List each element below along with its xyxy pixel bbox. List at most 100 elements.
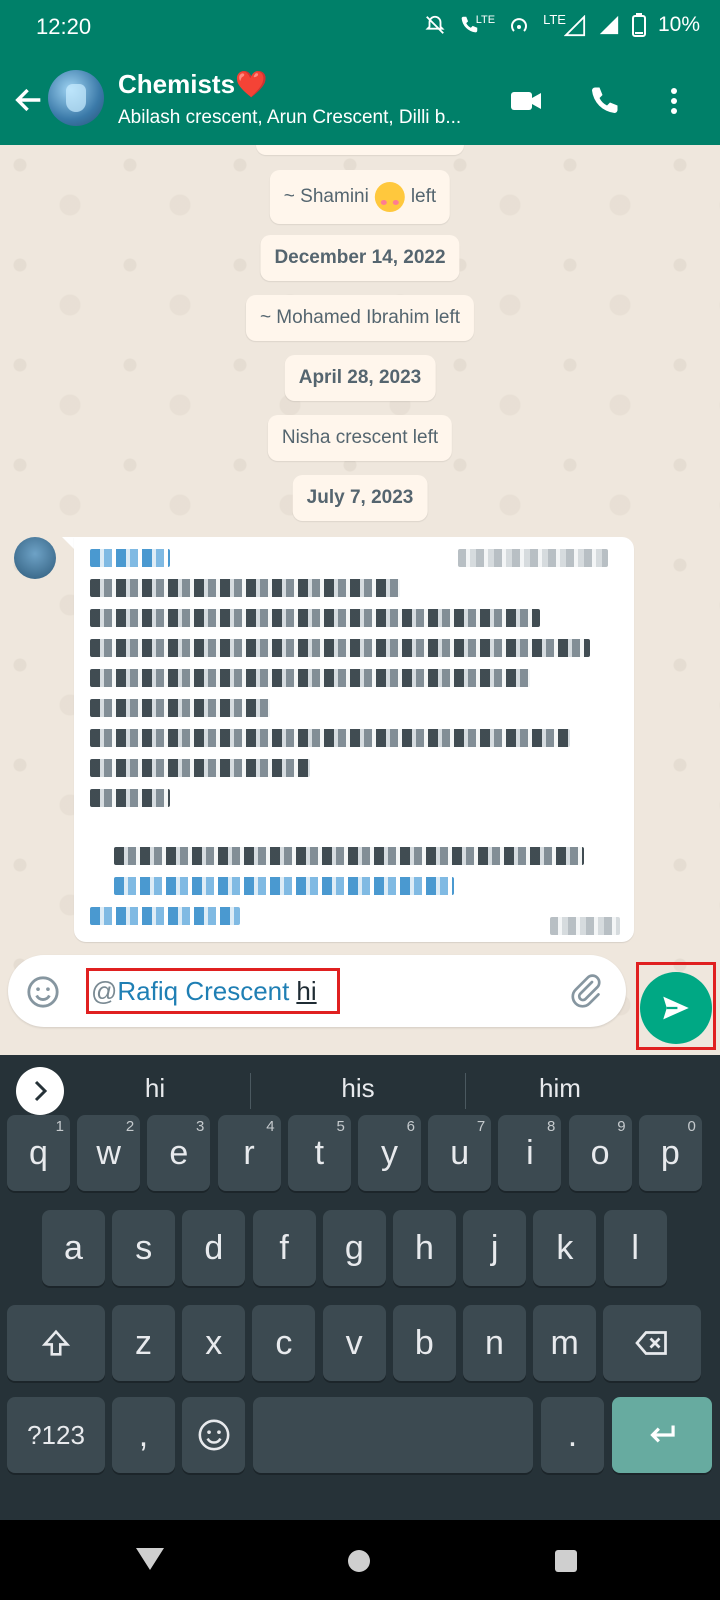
group-avatar[interactable]: [48, 70, 104, 126]
key-label: ?123: [27, 1419, 85, 1450]
battery-percent: 10%: [657, 12, 700, 36]
key-label: o: [590, 1133, 610, 1172]
key-label: e: [169, 1133, 189, 1172]
key-label: .: [567, 1415, 578, 1454]
suggestion[interactable]: him: [460, 1073, 660, 1104]
redacted-sender: [90, 549, 170, 567]
soft-keyboard: hi his him q1w2e3r4t5y6u7i8o9p0asdfghjkl…: [0, 1055, 720, 1520]
smiling-face-with-hearts-icon: [374, 182, 405, 212]
key-y[interactable]: y6: [358, 1115, 421, 1191]
key-e[interactable]: e3: [147, 1115, 211, 1191]
key-label: b: [414, 1323, 434, 1362]
key-label: k: [556, 1228, 574, 1267]
backspace-key[interactable]: [603, 1305, 701, 1381]
enter-key[interactable]: [612, 1397, 712, 1473]
space-key[interactable]: [253, 1397, 533, 1473]
key-b[interactable]: b: [392, 1305, 456, 1381]
key-hint: 9: [617, 1118, 626, 1135]
key-label: n: [485, 1323, 504, 1362]
suggestion[interactable]: hi: [55, 1073, 255, 1104]
redacted-text: [90, 789, 170, 807]
key-label: t: [314, 1133, 325, 1172]
comma-key[interactable]: ,: [112, 1397, 175, 1473]
status-icons: LTE LTE 10%: [424, 12, 700, 37]
signal-icon: [599, 15, 619, 34]
key-d[interactable]: d: [182, 1210, 246, 1286]
period-key[interactable]: .: [541, 1397, 604, 1473]
key-o[interactable]: o9: [568, 1115, 632, 1191]
key-label: g: [344, 1228, 364, 1267]
key-z[interactable]: z: [112, 1305, 175, 1381]
redacted-text: [90, 639, 590, 657]
suggestion[interactable]: his: [258, 1073, 458, 1104]
key-label: ,: [138, 1415, 149, 1454]
battery-icon: [631, 12, 646, 37]
key-hint: 6: [406, 1118, 415, 1135]
mention-name: Rafiq Crescent: [117, 976, 290, 1006]
message-input[interactable]: @ Rafiq Crescent hi: [86, 968, 340, 1014]
key-r[interactable]: r4: [217, 1115, 281, 1191]
key-t[interactable]: t5: [287, 1115, 351, 1191]
group-title[interactable]: Chemists❤️: [118, 69, 267, 100]
back-arrow-icon[interactable]: [12, 83, 46, 117]
key-label: p: [660, 1133, 680, 1172]
more-options-icon[interactable]: [656, 83, 692, 119]
status-time: 12:20: [36, 14, 92, 39]
key-hint: 3: [196, 1118, 205, 1135]
key-label: h: [415, 1228, 434, 1267]
nav-recents-icon[interactable]: [555, 1550, 577, 1572]
key-h[interactable]: h: [393, 1210, 456, 1286]
video-call-icon[interactable]: [508, 83, 544, 119]
message-composer: @ Rafiq Crescent hi: [8, 955, 626, 1027]
system-navigation-bar: [0, 1520, 720, 1600]
send-icon: [663, 996, 689, 1020]
system-message: Nisha crescent left: [267, 415, 453, 461]
key-x[interactable]: x: [182, 1305, 246, 1381]
notifications-off-icon: [425, 15, 445, 34]
key-g[interactable]: g: [322, 1210, 386, 1286]
key-hint: 7: [476, 1118, 486, 1135]
key-v[interactable]: v: [322, 1305, 386, 1381]
nav-home-icon[interactable]: [348, 1550, 370, 1572]
voice-call-icon[interactable]: [586, 83, 622, 119]
redacted-text: [90, 579, 400, 597]
key-u[interactable]: u7: [428, 1115, 492, 1191]
chat-area[interactable]: ~ Shamini left December 14, 2022 ~ Mohame…: [0, 145, 720, 1055]
system-message: ~ Shamini left: [269, 170, 451, 224]
volte-call-icon: LTE: [458, 14, 495, 36]
key-q[interactable]: q1: [7, 1115, 70, 1191]
lte-label-2: LTE: [543, 12, 566, 27]
attach-icon[interactable]: [568, 973, 604, 1009]
key-label: y: [381, 1133, 398, 1172]
key-n[interactable]: n: [463, 1305, 526, 1381]
redacted-text: [114, 847, 584, 865]
key-m[interactable]: m: [533, 1305, 597, 1381]
emoji-icon[interactable]: [26, 975, 60, 1009]
nav-back-icon[interactable]: [136, 1548, 164, 1570]
emoji-key[interactable]: [182, 1397, 245, 1473]
redacted-text: [90, 699, 270, 717]
key-i[interactable]: i8: [498, 1115, 562, 1191]
key-s[interactable]: s: [112, 1210, 176, 1286]
redacted-link: [90, 907, 240, 925]
key-c[interactable]: c: [252, 1305, 316, 1381]
key-w[interactable]: w2: [77, 1115, 141, 1191]
message-bubble-redacted[interactable]: [74, 537, 634, 942]
key-hint: 2: [125, 1118, 135, 1135]
key-a[interactable]: a: [42, 1210, 105, 1286]
key-f[interactable]: f: [252, 1210, 316, 1286]
chat-header: Chemists❤️ Abilash crescent, Arun Cresce…: [0, 55, 720, 145]
shift-key[interactable]: [7, 1305, 105, 1381]
key-j[interactable]: j: [463, 1210, 527, 1286]
key-label: d: [204, 1228, 224, 1267]
send-button[interactable]: [640, 972, 712, 1044]
key-hint: 8: [547, 1118, 556, 1135]
key-p[interactable]: p0: [638, 1115, 702, 1191]
key-k[interactable]: k: [533, 1210, 597, 1286]
sender-avatar[interactable]: [14, 537, 56, 579]
symbols-key[interactable]: ?123: [7, 1397, 105, 1473]
key-l[interactable]: l: [603, 1210, 667, 1286]
group-members[interactable]: Abilash crescent, Arun Crescent, Dilli b…: [118, 107, 498, 129]
status-bar: 12:20 LTE LTE 10%: [0, 0, 720, 55]
redacted-timestamp: [550, 917, 620, 935]
